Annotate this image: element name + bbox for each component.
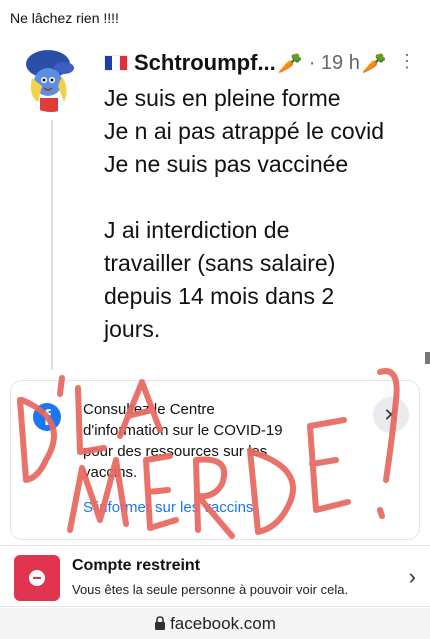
carrot-emoji-2: 🥕	[361, 52, 387, 75]
tweet-line: depuis 14 mois dans 2	[104, 283, 335, 309]
embedded-tweet: Schtroumpf... 🥕 · 19 h 🥕 ⋮ Je suis en pl…	[0, 38, 430, 370]
smurfette-avatar[interactable]	[18, 46, 84, 112]
facebook-logo-icon: f	[33, 403, 61, 431]
tweet-line: Je suis en pleine forme	[104, 85, 341, 111]
lock-icon	[155, 616, 166, 630]
author-name[interactable]: Schtroumpf...	[134, 50, 276, 76]
tweet-text: Je suis en pleine forme Je n ai pas atra…	[104, 82, 424, 346]
covid-info-box: f Consultez le Centre d'information sur …	[10, 380, 420, 540]
tweet-line	[104, 181, 424, 214]
restricted-account-banner[interactable]: Compte restreint Vous êtes la seule pers…	[0, 545, 430, 607]
more-options-icon[interactable]: ⋮	[398, 52, 430, 70]
tweet-header: Schtroumpf... 🥕 · 19 h 🥕	[104, 48, 414, 78]
covid-info-line: vaccins.	[83, 464, 138, 481]
covid-info-line: d'information sur le COVID-19	[83, 422, 283, 439]
tweet-line: jours.	[104, 316, 161, 342]
covid-info-line: Consultez le Centre	[83, 401, 215, 418]
url-text: facebook.com	[170, 614, 276, 633]
thread-line	[51, 120, 53, 370]
restricted-title: Compte restreint	[72, 557, 201, 574]
scrollbar-thumb[interactable]	[425, 352, 430, 364]
covid-info-line: pour des ressources sur les	[83, 443, 268, 460]
france-flag-icon	[104, 55, 128, 71]
chevron-right-icon[interactable]: ›	[409, 564, 416, 590]
covid-info-text: Consultez le Centre d'information sur le…	[83, 399, 363, 483]
browser-url-bar[interactable]: facebook.com	[0, 608, 430, 639]
carrot-emoji: 🥕	[277, 52, 303, 75]
close-icon[interactable]: ✕	[373, 397, 409, 433]
tweet-line: travailler (sans salaire)	[104, 250, 336, 276]
restricted-subtitle: Vous êtes la seule personne à pouvoir vo…	[72, 582, 349, 597]
tweet-line: Je n ai pas atrappé le covid	[104, 118, 385, 144]
tweet-line: Je ne suis pas vaccinée	[104, 151, 349, 177]
tweet-line: J ai interdiction de	[104, 217, 290, 243]
restricted-icon	[14, 555, 60, 601]
vaccine-info-link[interactable]: S'informer sur les vaccins	[83, 499, 253, 516]
tweet-timestamp: · 19 h	[308, 51, 360, 74]
post-caption: Ne lâchez rien !!!!	[10, 10, 119, 26]
